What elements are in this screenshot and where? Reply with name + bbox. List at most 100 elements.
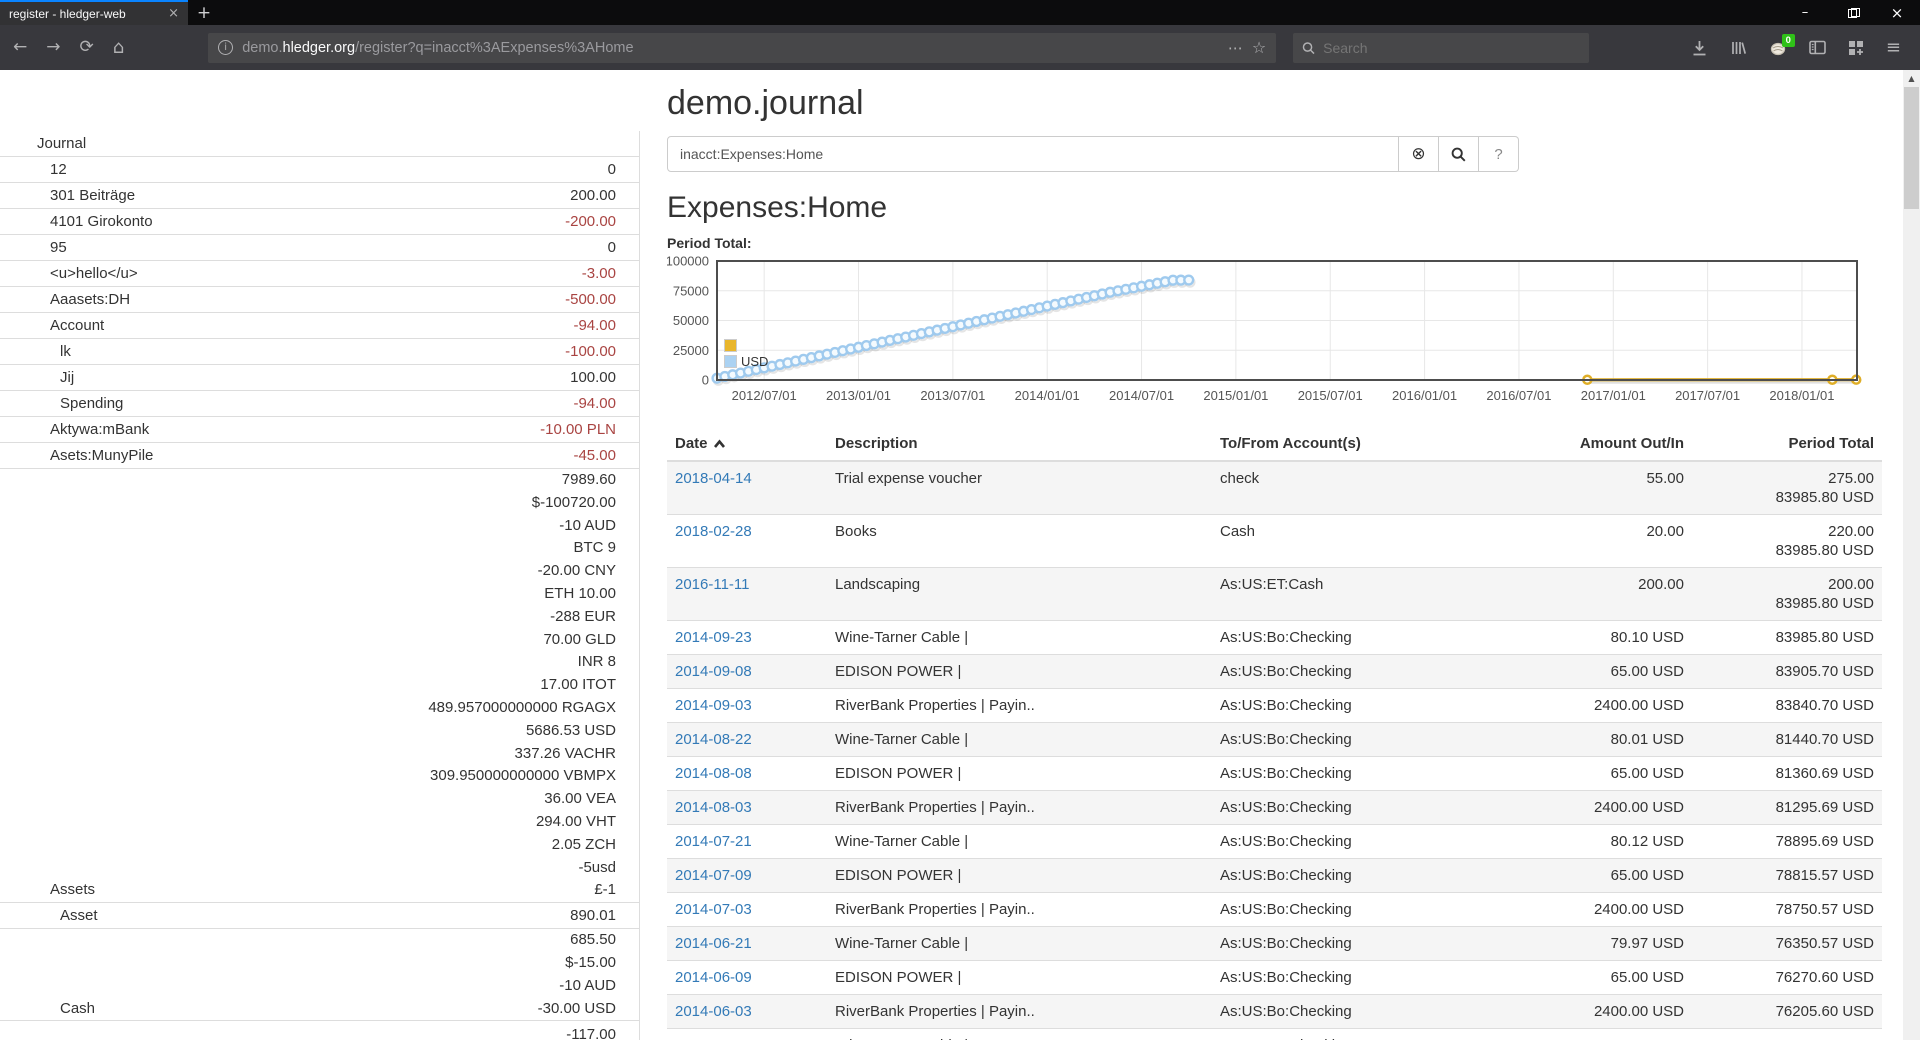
sidebar-account-link[interactable]: 301 Beiträge	[0, 185, 135, 208]
tx-date-cell: 2014-09-08	[667, 655, 827, 689]
page-actions-icon[interactable]: ⋯	[1228, 39, 1243, 57]
column-header-account[interactable]: To/From Account(s)	[1212, 427, 1522, 461]
column-header-period-total[interactable]: Period Total	[1692, 427, 1882, 461]
tx-date-link[interactable]: 2014-08-03	[675, 799, 752, 816]
sidebar-row: Spending-94.00	[0, 391, 639, 417]
table-row[interactable]: 2014-07-09EDISON POWER |As:US:Bo:Checkin…	[667, 859, 1882, 893]
table-row[interactable]: 2014-08-22Wine-Tarner Cable |As:US:Bo:Ch…	[667, 723, 1882, 757]
browser-tab[interactable]: register - hledger-web ×	[0, 0, 188, 25]
sidebar-account-link[interactable]: <u>hello</u>	[0, 263, 138, 286]
tx-date-link[interactable]: 2014-09-03	[675, 697, 752, 714]
tx-date-link[interactable]: 2014-06-09	[675, 969, 752, 986]
account-heading: Expenses:Home	[667, 191, 1882, 225]
tx-date-link[interactable]: 2016-11-11	[675, 576, 750, 593]
table-row[interactable]: 2014-05-21Wine-Tarner Cable |As:US:Bo:Ch…	[667, 1029, 1882, 1040]
tx-date-link[interactable]: 2014-09-08	[675, 663, 752, 680]
tx-date-link[interactable]: 2014-07-21	[675, 833, 752, 850]
table-row[interactable]: 2014-06-03RiverBank Properties | Payin..…	[667, 995, 1882, 1029]
sidebar-account-link[interactable]: Journal	[0, 133, 86, 156]
sidebar-account-link[interactable]: Asset	[0, 905, 98, 928]
search-button[interactable]	[1439, 136, 1479, 172]
table-row[interactable]: 2014-09-08EDISON POWER |As:US:Bo:Checkin…	[667, 655, 1882, 689]
table-row[interactable]: 2016-11-11LandscapingAs:US:ET:Cash200.00…	[667, 568, 1882, 621]
sidebar-account-link[interactable]: Aaasets:DH	[0, 289, 130, 312]
table-row[interactable]: 2014-06-09EDISON POWER |As:US:Bo:Checkin…	[667, 961, 1882, 995]
register-table: Date Description To/From Account(s) Amou…	[667, 427, 1882, 1040]
sidebar-account-link[interactable]: 4101 Girokonto	[0, 211, 153, 234]
tab-close-icon[interactable]: ×	[168, 6, 179, 21]
bookmark-star-icon[interactable]: ☆	[1252, 38, 1266, 57]
tx-date-link[interactable]: 2014-07-03	[675, 901, 752, 918]
page-content: Journal120301 Beiträge200.004101 Girokon…	[0, 70, 1920, 1040]
browser-search-input[interactable]	[1323, 40, 1580, 56]
sidebar-account-link[interactable]: Jij	[0, 367, 74, 390]
sidebar-account-link[interactable]: Cash	[0, 998, 95, 1021]
tx-date-link[interactable]: 2014-08-22	[675, 731, 752, 748]
scrollbar-up-arrow[interactable]: ▲	[1903, 70, 1920, 87]
url-domain: hledger.org	[283, 40, 356, 56]
column-header-amount[interactable]: Amount Out/In	[1522, 427, 1692, 461]
back-icon[interactable]: ←	[13, 39, 27, 56]
extensions-grid-icon[interactable]	[1848, 40, 1864, 56]
table-row[interactable]: 2014-09-03RiverBank Properties | Payin..…	[667, 689, 1882, 723]
table-row[interactable]: 2014-08-03RiverBank Properties | Payin..…	[667, 791, 1882, 825]
download-icon[interactable]	[1691, 40, 1708, 56]
tx-period-total: 83985.80 USD	[1692, 621, 1882, 655]
tx-amount: 80.03 USD	[1522, 1029, 1692, 1040]
period-total-chart[interactable]: 02500050000750001000002012/07/012013/01/…	[667, 254, 1867, 412]
table-row[interactable]: 2014-08-08EDISON POWER |As:US:Bo:Checkin…	[667, 757, 1882, 791]
close-button[interactable]: ×	[1874, 0, 1920, 25]
chart-grid	[717, 261, 1857, 380]
query-input[interactable]	[667, 136, 1399, 172]
sidebar-account-link[interactable]: 12	[0, 159, 67, 182]
sidebar-account-link[interactable]: Account	[0, 315, 104, 338]
table-row[interactable]: 2014-07-21Wine-Tarner Cable |As:US:Bo:Ch…	[667, 825, 1882, 859]
url-bar[interactable]: i demo.hledger.org/register?q=inacct%3AE…	[208, 33, 1276, 63]
page-scrollbar[interactable]: ▲	[1903, 70, 1920, 1040]
new-tab-button[interactable]: +	[188, 0, 220, 25]
tx-amount: 80.10 USD	[1522, 621, 1692, 655]
table-row[interactable]: 2018-02-28BooksCash20.00220.0083985.80 U…	[667, 515, 1882, 568]
tx-date-link[interactable]: 2014-07-09	[675, 867, 752, 884]
sidebar-row: Account-94.00	[0, 313, 639, 339]
y-tick-label: 50000	[673, 313, 709, 328]
sidebar-account-link[interactable]: Spending	[0, 393, 123, 416]
tx-date-link[interactable]: 2018-04-14	[675, 470, 752, 487]
minimize-button[interactable]: –	[1782, 0, 1828, 25]
tx-amount: 55.00	[1522, 461, 1692, 515]
column-header-description[interactable]: Description	[827, 427, 1212, 461]
tx-date-cell: 2014-08-08	[667, 757, 827, 791]
tx-date-link[interactable]: 2018-02-28	[675, 523, 752, 540]
table-row[interactable]: 2014-07-03RiverBank Properties | Payin..…	[667, 893, 1882, 927]
table-row[interactable]: 2014-09-23Wine-Tarner Cable |As:US:Bo:Ch…	[667, 621, 1882, 655]
library-icon[interactable]	[1730, 40, 1747, 56]
addon-icon[interactable]: 0	[1769, 40, 1787, 56]
sidebar-account-link[interactable]: Assets	[0, 879, 95, 902]
home-icon[interactable]: ⌂	[113, 39, 124, 57]
sidebar-account-link[interactable]: Asets:MunyPile	[0, 445, 153, 468]
scrollbar-thumb[interactable]	[1904, 87, 1919, 209]
url-text[interactable]: demo.hledger.org/register?q=inacct%3AExp…	[242, 40, 1219, 56]
help-button[interactable]: ?	[1479, 136, 1519, 172]
sidebar-toggle-icon[interactable]	[1809, 40, 1826, 55]
site-info-icon[interactable]: i	[218, 40, 233, 55]
tx-date-link[interactable]: 2014-06-03	[675, 1003, 752, 1020]
tx-date-link[interactable]: 2014-08-08	[675, 765, 752, 782]
clear-query-button[interactable]: ⊗	[1399, 136, 1439, 172]
tx-description: Wine-Tarner Cable |	[827, 723, 1212, 757]
reload-icon[interactable]: ⟳	[80, 39, 94, 56]
sidebar-account-link[interactable]: 95	[0, 237, 67, 260]
sidebar-account-link[interactable]: lk	[0, 341, 71, 364]
sidebar-account-link[interactable]: Aktywa:mBank	[0, 419, 149, 442]
column-header-date[interactable]: Date	[667, 427, 827, 461]
tx-description: Books	[827, 515, 1212, 568]
browser-search-box[interactable]	[1293, 33, 1589, 63]
tx-date-link[interactable]: 2014-09-23	[675, 629, 752, 646]
menu-icon[interactable]: ≡	[1886, 37, 1901, 58]
restore-button[interactable]	[1828, 0, 1874, 25]
tx-date-link[interactable]: 2014-06-21	[675, 935, 752, 952]
forward-icon[interactable]: →	[46, 39, 60, 56]
x-tick-label: 2015/07/01	[1298, 388, 1363, 403]
table-row[interactable]: 2014-06-21Wine-Tarner Cable |As:US:Bo:Ch…	[667, 927, 1882, 961]
table-row[interactable]: 2018-04-14Trial expense vouchercheck55.0…	[667, 461, 1882, 515]
